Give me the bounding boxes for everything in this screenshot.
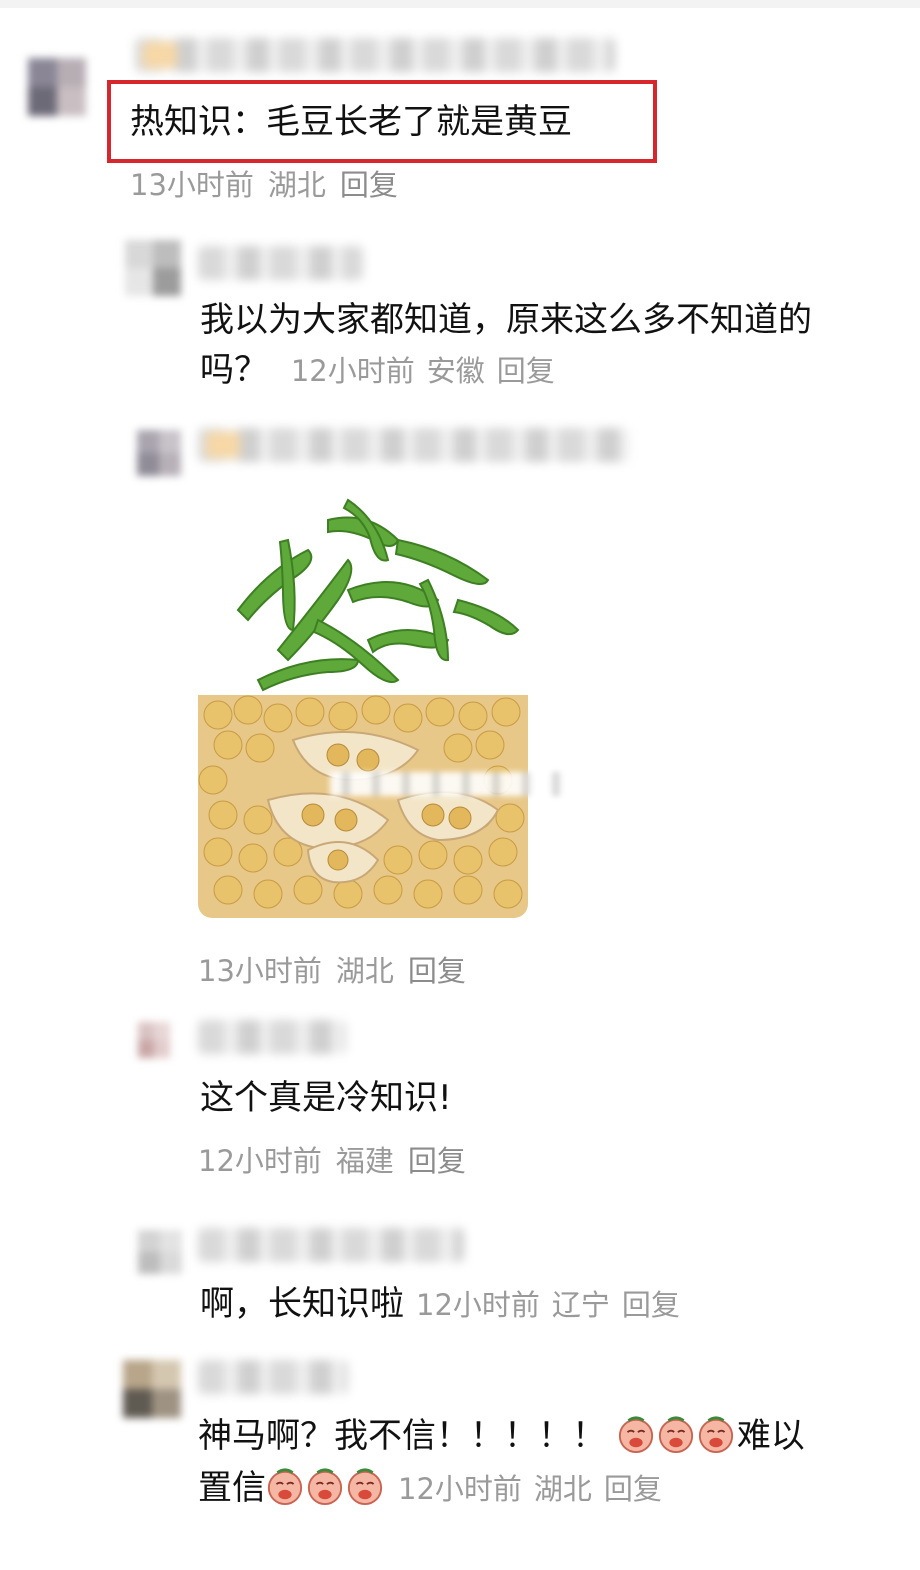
comment-time: 12小时前 — [290, 354, 415, 388]
photo-illustration — [198, 480, 528, 918]
comment-meta: 12小时前 辽宁 回复 — [404, 1288, 680, 1322]
username-blurred[interactable] — [198, 1228, 464, 1262]
username-blurred[interactable] — [198, 428, 630, 462]
reply-button[interactable]: 回复 — [408, 1144, 466, 1178]
avatar[interactable] — [123, 1360, 181, 1418]
username-blurred[interactable] — [135, 38, 615, 72]
comment-meta: 13小时前 湖北 回复 — [198, 948, 466, 990]
comment-text: 神马啊？我不信！！！！！ — [198, 1416, 606, 1456]
comment-location: 安徽 — [426, 354, 485, 388]
comment-location: 福建 — [335, 1144, 394, 1178]
comment-location: 湖北 — [335, 954, 394, 988]
comment-text: 这个真是冷知识! — [200, 1078, 452, 1118]
comment-text-continued: 吗？ 12小时前 安徽 回复 — [200, 344, 555, 397]
comment-text: 热知识：毛豆长老了就是黄豆 — [130, 102, 572, 142]
comment-text: 啊，长知识啦 — [200, 1284, 404, 1324]
comment-meta: 12小时前 安徽 回复 — [279, 354, 555, 388]
reply-button[interactable]: 回复 — [604, 1472, 662, 1506]
reply-button[interactable]: 回复 — [622, 1288, 680, 1322]
comment-time: 12小时前 — [416, 1288, 540, 1322]
comment-text: 我以为大家都知道，原来这么多不知道的 — [200, 300, 812, 340]
crying-face-icon — [266, 1467, 304, 1505]
comment-time: 12小时前 — [198, 1144, 322, 1178]
comment-text-cont: 难以 — [736, 1416, 805, 1456]
avatar[interactable] — [28, 58, 86, 116]
crying-face-icon — [306, 1467, 344, 1505]
comment-time: 12小时前 — [398, 1472, 522, 1506]
comment-text-row: 啊，长知识啦 12小时前 辽宁 回复 — [200, 1278, 680, 1331]
avatar[interactable] — [125, 240, 181, 296]
avatar[interactable] — [138, 1022, 170, 1058]
watermark-blurred — [330, 772, 572, 796]
comment-text-line: 置信 12小时前 湖北 回复 — [198, 1462, 662, 1515]
comment-text-end: 置信 — [198, 1468, 266, 1508]
top-divider — [0, 0, 920, 8]
comment-text-end: 吗？ — [200, 350, 268, 390]
reply-button[interactable]: 回复 — [408, 954, 466, 988]
reply-button[interactable]: 回复 — [497, 354, 555, 388]
username-blurred[interactable] — [198, 1360, 348, 1394]
username-blurred[interactable] — [198, 246, 363, 280]
crying-face-icon — [697, 1415, 735, 1453]
crying-face-icon — [657, 1415, 695, 1453]
reply-button[interactable]: 回复 — [340, 168, 398, 202]
comment-time: 13小时前 — [130, 168, 254, 202]
comment-text-line: 神马啊？我不信！！！！！ 难以 — [198, 1410, 805, 1462]
comment-meta: 13小时前 湖北 回复 — [130, 162, 398, 204]
avatar[interactable] — [137, 430, 181, 476]
crying-face-icon — [617, 1415, 655, 1453]
comment-location: 湖北 — [267, 168, 326, 202]
comment-location: 湖北 — [533, 1472, 592, 1506]
comment-meta: 12小时前 福建 回复 — [198, 1138, 466, 1180]
crying-face-icon — [346, 1467, 384, 1505]
comment-time: 13小时前 — [198, 954, 322, 988]
comment-location: 辽宁 — [551, 1288, 610, 1322]
comment-meta: 12小时前 湖北 回复 — [386, 1472, 662, 1506]
edamame-soybean-photo[interactable] — [198, 480, 528, 918]
avatar[interactable] — [138, 1230, 182, 1274]
username-blurred[interactable] — [198, 1020, 346, 1054]
